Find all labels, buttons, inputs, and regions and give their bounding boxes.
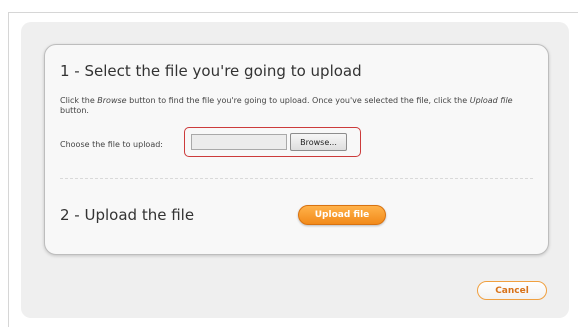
instructions-text-2: button to find the file you're going to … bbox=[126, 96, 470, 105]
upload-file-button[interactable]: Upload file bbox=[298, 205, 386, 225]
step1-instructions: Click the Browse button to find the file… bbox=[60, 96, 530, 116]
file-path-input[interactable] bbox=[191, 134, 287, 150]
section-divider bbox=[60, 178, 533, 179]
instructions-browse-word: Browse bbox=[97, 96, 127, 105]
instructions-upload-word: Upload file bbox=[469, 96, 513, 105]
instructions-text-1: Click the bbox=[60, 96, 98, 105]
instructions-text-3: button. bbox=[60, 106, 89, 115]
page-border-left bbox=[8, 12, 9, 327]
cancel-button[interactable]: Cancel bbox=[477, 281, 547, 300]
step2-title: 2 - Upload the file bbox=[60, 206, 195, 224]
step1-title: 1 - Select the file you're going to uplo… bbox=[60, 62, 362, 80]
page-border-top bbox=[8, 12, 578, 13]
file-chooser-highlight: Browse... bbox=[184, 127, 361, 157]
browse-button[interactable]: Browse... bbox=[290, 133, 347, 151]
choose-file-label: Choose the file to upload: bbox=[60, 140, 163, 149]
upload-steps-card: 1 - Select the file you're going to uplo… bbox=[44, 44, 549, 255]
